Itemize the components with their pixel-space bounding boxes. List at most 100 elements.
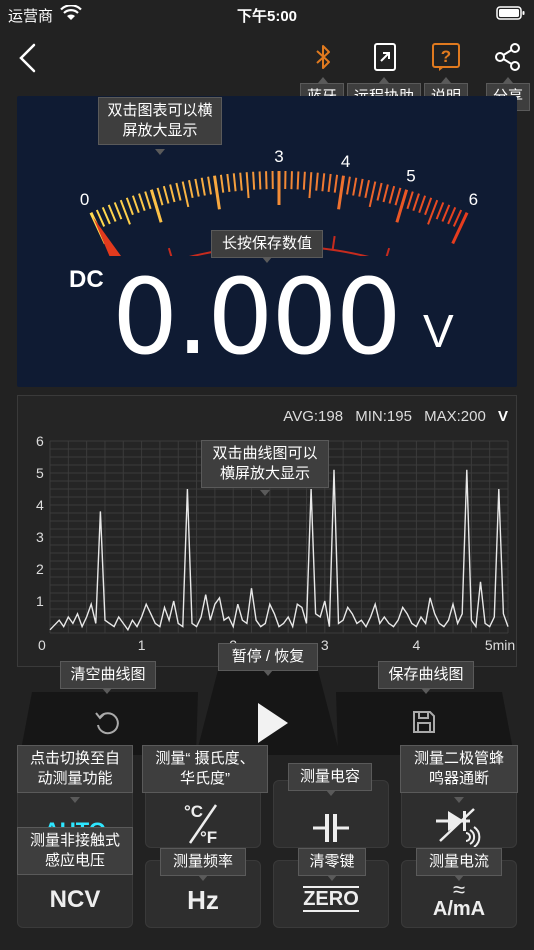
- gauge-red-tick: [331, 235, 336, 251]
- gauge-tick: [258, 171, 262, 190]
- clear-chart-icon[interactable]: [92, 708, 122, 738]
- y-tick-label: 3: [36, 529, 44, 545]
- gauge-zoom-tip: 双击图表可以横屏放大显示: [98, 97, 222, 145]
- gauge-tick: [327, 173, 332, 193]
- svg-text:?: ?: [441, 47, 451, 66]
- hold-save-tip: 长按保存数值: [211, 230, 323, 258]
- tip-arrow: [454, 875, 464, 881]
- gauge-tick: [138, 193, 146, 211]
- controls-area: AUTO °C °F NCV Hz ZERO ≈ A/mA: [0, 660, 534, 950]
- gauge-tick: [358, 178, 364, 197]
- x-tick-label: 3: [321, 637, 329, 653]
- gauge-scale-label: 5: [406, 166, 415, 185]
- gauge-tick: [406, 191, 414, 210]
- gauge-tick: [364, 179, 370, 199]
- x-tick-label: 4: [413, 637, 421, 653]
- status-bar: 运营商 下午5:00: [0, 0, 534, 28]
- tip-arrow: [421, 688, 431, 694]
- reading-value[interactable]: 0.000: [112, 256, 402, 378]
- gauge-tick: [337, 175, 345, 210]
- play-pause-button[interactable]: [252, 700, 292, 746]
- gauge-tick: [181, 181, 190, 208]
- gauge-tick: [101, 206, 111, 225]
- gauge-tick: [435, 202, 445, 220]
- help-icon[interactable]: ?: [431, 42, 461, 72]
- gauge-tick: [447, 206, 457, 225]
- gauge-tick: [95, 209, 106, 227]
- clear-chart-tip: 清空曲线图: [60, 661, 156, 689]
- gauge-scale-label: 0: [80, 190, 89, 209]
- gauge-tick: [315, 172, 319, 191]
- gauge-tick: [169, 184, 176, 203]
- fahrenheit-label: °F: [200, 828, 217, 847]
- gauge-tick: [213, 175, 221, 210]
- remote-assist-icon[interactable]: [370, 42, 400, 72]
- gauge-tick: [226, 173, 231, 193]
- status-time: 下午5:00: [236, 8, 298, 25]
- chart-panel[interactable]: AVG:198 MIN:195 MAX:200 V 123456012345mi…: [17, 395, 517, 667]
- auto-tip: 点击切换至自动测量功能: [17, 745, 133, 793]
- capacitor-icon: [313, 814, 349, 842]
- back-button[interactable]: [14, 42, 40, 74]
- gauge-tick: [131, 195, 140, 213]
- capacitance-tip: 测量电容: [288, 763, 372, 791]
- mode-label: DC: [69, 266, 104, 293]
- tip-arrow: [198, 875, 208, 881]
- gauge-tick: [113, 202, 123, 220]
- tip-arrow: [260, 490, 270, 496]
- save-chart-tip: 保存曲线图: [378, 661, 474, 689]
- current-tip: 测量电流: [416, 848, 502, 876]
- gauge-tick: [107, 204, 117, 222]
- gauge-scale-label: 3: [274, 147, 283, 166]
- gauge-tick: [321, 173, 326, 192]
- gauge-tick: [175, 182, 182, 201]
- gauge-tick: [346, 176, 351, 195]
- tip-arrow: [263, 670, 273, 676]
- save-chart-icon[interactable]: [410, 708, 438, 736]
- y-tick-label: 1: [36, 593, 44, 609]
- bluetooth-icon[interactable]: [308, 42, 338, 72]
- gauge-scale-label: 4: [341, 152, 350, 171]
- gauge-tick: [296, 171, 300, 190]
- y-tick-label: 6: [36, 433, 44, 449]
- y-tick-label: 4: [36, 497, 44, 513]
- gauge-tick: [125, 197, 134, 216]
- hz-label: Hz: [187, 884, 219, 915]
- gauge-tick: [352, 177, 358, 196]
- frequency-tip: 测量频率: [160, 848, 246, 876]
- tip-arrow: [70, 797, 80, 803]
- gauge-tick: [452, 209, 463, 227]
- temperature-tip: 测量“ 摄氏度、华氏度”: [142, 745, 268, 793]
- gauge-tick: [376, 182, 383, 201]
- x-tick-label: 5min: [485, 637, 515, 653]
- x-tick-label: 1: [138, 637, 146, 653]
- gauge-tick: [333, 174, 339, 193]
- gauge-red-tick: [167, 247, 173, 256]
- tip-arrow: [454, 797, 464, 803]
- gauge-tick: [245, 172, 250, 199]
- ncv-tip: 测量非接触式感应电压: [17, 827, 133, 875]
- gauge-scale-label: 6: [469, 190, 478, 209]
- gauge-tick: [424, 197, 433, 216]
- reading-unit: V: [423, 305, 454, 357]
- gauge-tick: [308, 172, 313, 199]
- tip-arrow: [326, 790, 336, 796]
- gauge-tick: [382, 184, 389, 203]
- gauge-tick: [219, 174, 225, 193]
- zero-label: ZERO: [303, 886, 359, 912]
- gauge-tick: [194, 178, 200, 197]
- zero-tip: 清零键: [298, 848, 366, 876]
- celsius-label: °C: [184, 802, 203, 821]
- gauge-tick: [290, 171, 293, 190]
- x-tick-label: 0: [38, 637, 46, 653]
- tip-arrow: [155, 149, 165, 155]
- current-label: A/mA: [432, 897, 486, 920]
- pause-resume-tip: 暂停 / 恢复: [218, 643, 318, 671]
- ncv-label: NCV: [49, 886, 101, 913]
- gauge-tick: [239, 172, 243, 191]
- gauge-tick: [302, 171, 306, 190]
- chart-zoom-tip: 双击曲线图可以横屏放大显示: [201, 440, 329, 488]
- share-icon[interactable]: [493, 42, 523, 72]
- diode-buzzer-icon: [436, 808, 481, 847]
- gauge-tick: [368, 181, 377, 208]
